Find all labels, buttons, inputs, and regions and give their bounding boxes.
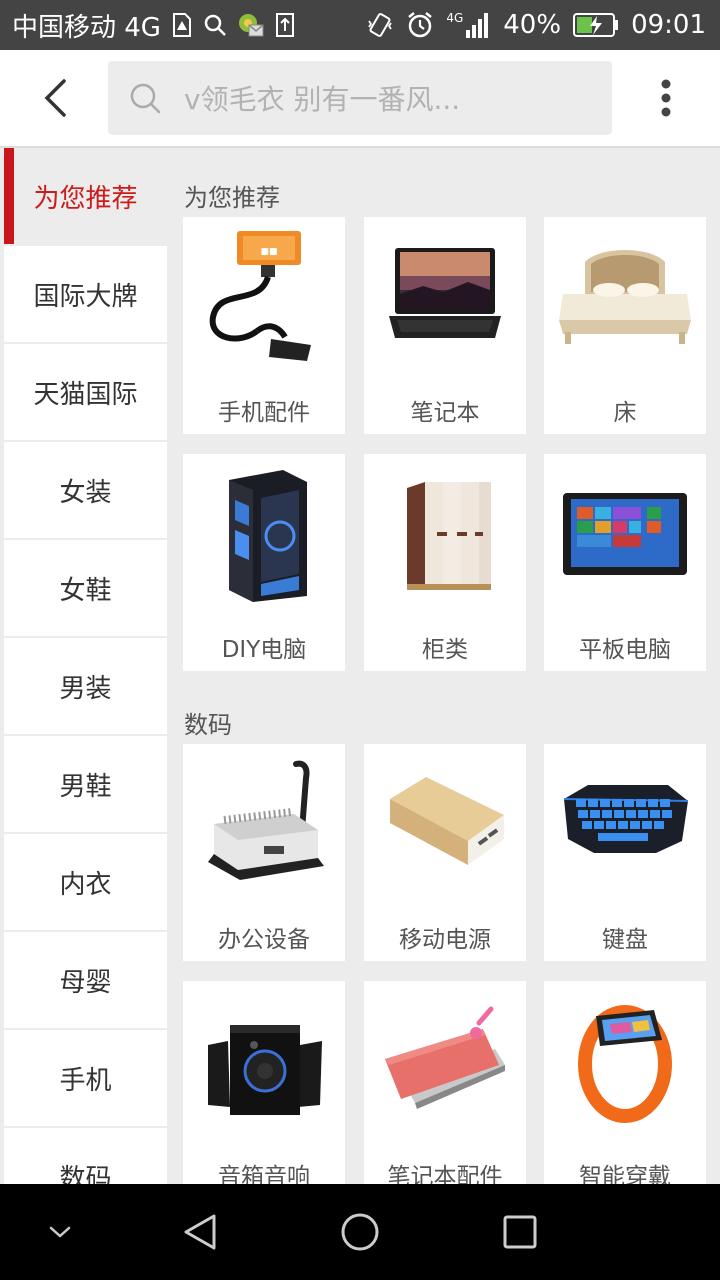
nav-back-button[interactable] (170, 1202, 230, 1262)
search-input[interactable]: v领毛衣 别有一番风... (108, 61, 612, 135)
alarm-icon (406, 11, 434, 39)
laptop-sleeve-icon (364, 981, 526, 1141)
search-icon (128, 81, 162, 115)
app-notification-icon (237, 12, 265, 38)
binding-machine-icon (183, 744, 345, 904)
vibrate-icon (366, 11, 394, 39)
category-card-label: 柜类 (422, 637, 468, 663)
category-card-speakers[interactable]: 音箱音响 (183, 981, 345, 1184)
search-status-icon (203, 13, 227, 37)
clock: 09:01 (631, 10, 706, 40)
keyboard-icon (544, 744, 706, 904)
category-card-laptop-accessories[interactable]: 笔记本配件 (364, 981, 526, 1184)
category-card-label: 音箱音响 (218, 1164, 310, 1184)
sidebar-item-underwear[interactable]: 内衣 (4, 834, 167, 930)
search-header: v领毛衣 别有一番风... (0, 50, 720, 148)
sidebar-item-womens-clothing[interactable]: 女装 (4, 442, 167, 538)
sidebar-item-recommended[interactable]: 为您推荐 (4, 148, 167, 244)
system-nav-bar (0, 1184, 720, 1280)
back-button[interactable] (30, 70, 80, 126)
signal-icon: 4G (446, 11, 491, 39)
status-bar: 中国移动 4G 4G 40% 09:01 (0, 0, 720, 50)
sidebar-item-tmall-global[interactable]: 天猫国际 (4, 344, 167, 440)
category-card-label: 智能穿戴 (579, 1164, 671, 1184)
bed-icon (544, 217, 706, 377)
hide-nav-button[interactable] (30, 1202, 90, 1262)
chevron-down-icon (49, 1226, 71, 1238)
sidebar-item-mens-shoes[interactable]: 男鞋 (4, 736, 167, 832)
category-card-label: 办公设备 (218, 927, 310, 953)
sim-warning-icon (171, 12, 193, 38)
search-placeholder: v领毛衣 别有一番风... (184, 83, 461, 116)
pc-case-icon (183, 454, 345, 614)
category-card-laptop[interactable]: 笔记本 (364, 217, 526, 434)
category-card-wearables[interactable]: 智能穿戴 (544, 981, 706, 1184)
category-card-tablet[interactable]: 平板电脑 (544, 454, 706, 671)
sidebar-item-mens-clothing[interactable]: 男装 (4, 638, 167, 734)
category-card-keyboard[interactable]: 键盘 (544, 744, 706, 961)
sidebar-item-baby[interactable]: 母婴 (4, 932, 167, 1028)
nav-recents-button[interactable] (490, 1202, 550, 1262)
triangle-back-icon (184, 1214, 216, 1250)
sidebar-item-digital[interactable]: 数码 (4, 1128, 167, 1184)
sidebar-item-phones[interactable]: 手机 (4, 1030, 167, 1126)
category-card-label: 平板电脑 (579, 637, 671, 663)
category-card-power-bank[interactable]: 移动电源 (364, 744, 526, 961)
section-title-recommended: 为您推荐 (184, 184, 280, 212)
category-card-label: DIY电脑 (221, 637, 307, 663)
carrier-label: 中国移动 4G (12, 12, 161, 43)
tablet-icon (544, 454, 706, 614)
battery-charging-icon (573, 12, 619, 38)
category-content: 为您推荐 ■■ 手机配件 笔记本 床 DIY电脑 柜类 平板电脑 数码 办公设备… (167, 148, 720, 1184)
square-recents-icon (503, 1215, 537, 1249)
category-card-cabinets[interactable]: 柜类 (364, 454, 526, 671)
nav-home-button[interactable] (330, 1202, 390, 1262)
laptop-icon (364, 217, 526, 377)
category-card-label: 床 (613, 400, 637, 426)
category-card-bed[interactable]: 床 (544, 217, 706, 434)
category-card-office-equipment[interactable]: 办公设备 (183, 744, 345, 961)
chevron-left-icon (44, 79, 66, 117)
more-options-button[interactable] (646, 68, 686, 128)
phone-holder-icon: ■■ (183, 217, 345, 377)
category-card-phone-accessories[interactable]: ■■ 手机配件 (183, 217, 345, 434)
category-sidebar: 为您推荐 国际大牌 天猫国际 女装 女鞋 男装 男鞋 内衣 母婴 手机 数码 (0, 148, 167, 1184)
category-card-label: 键盘 (602, 927, 648, 953)
sidebar-item-international-brands[interactable]: 国际大牌 (4, 246, 167, 342)
category-card-label: 笔记本配件 (387, 1164, 503, 1184)
battery-percent: 40% (503, 10, 562, 40)
circle-home-icon (341, 1213, 379, 1251)
svg-text:■■: ■■ (260, 247, 277, 257)
category-card-label: 手机配件 (218, 400, 310, 426)
sidebar-item-womens-shoes[interactable]: 女鞋 (4, 540, 167, 636)
smart-band-icon (544, 981, 706, 1141)
download-status-icon (275, 12, 295, 38)
category-card-label: 移动电源 (399, 927, 491, 953)
more-vertical-icon (661, 79, 671, 117)
power-bank-icon (364, 744, 526, 904)
wardrobe-icon (364, 454, 526, 614)
category-card-diy-pc[interactable]: DIY电脑 (183, 454, 345, 671)
section-title-digital: 数码 (184, 711, 232, 739)
category-card-label: 笔记本 (410, 400, 480, 426)
speaker-icon (183, 981, 345, 1141)
